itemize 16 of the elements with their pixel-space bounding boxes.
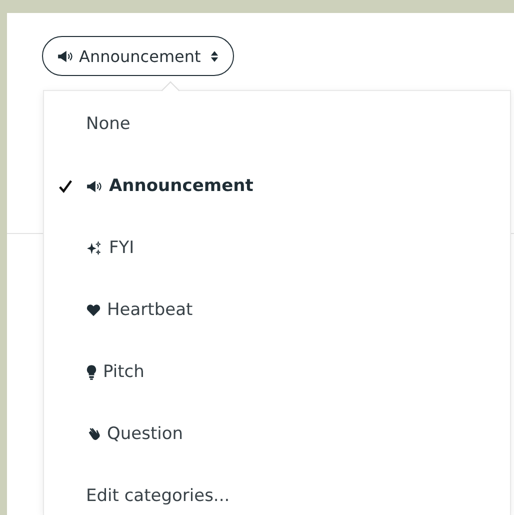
edit-categories-link[interactable]: Edit categories... <box>86 486 230 506</box>
heart-icon <box>86 304 101 316</box>
waving-hand-icon <box>86 426 101 442</box>
sparkles-icon <box>86 240 103 256</box>
menu-item[interactable]: Announcement <box>44 155 510 217</box>
menu-item[interactable]: None <box>44 93 510 155</box>
megaphone-icon <box>86 180 103 192</box>
menu-item[interactable]: Heartbeat <box>44 279 510 341</box>
menu-item[interactable]: FYI <box>44 217 510 279</box>
megaphone-icon <box>57 50 74 62</box>
checkmark-icon <box>58 178 73 194</box>
sort-arrows-icon <box>210 50 219 62</box>
lightbulb-icon <box>86 364 97 380</box>
category-dropdown-button[interactable]: Announcement <box>42 36 234 76</box>
menu-item[interactable]: Question <box>44 403 510 465</box>
menu-item[interactable]: Pitch <box>44 341 510 403</box>
